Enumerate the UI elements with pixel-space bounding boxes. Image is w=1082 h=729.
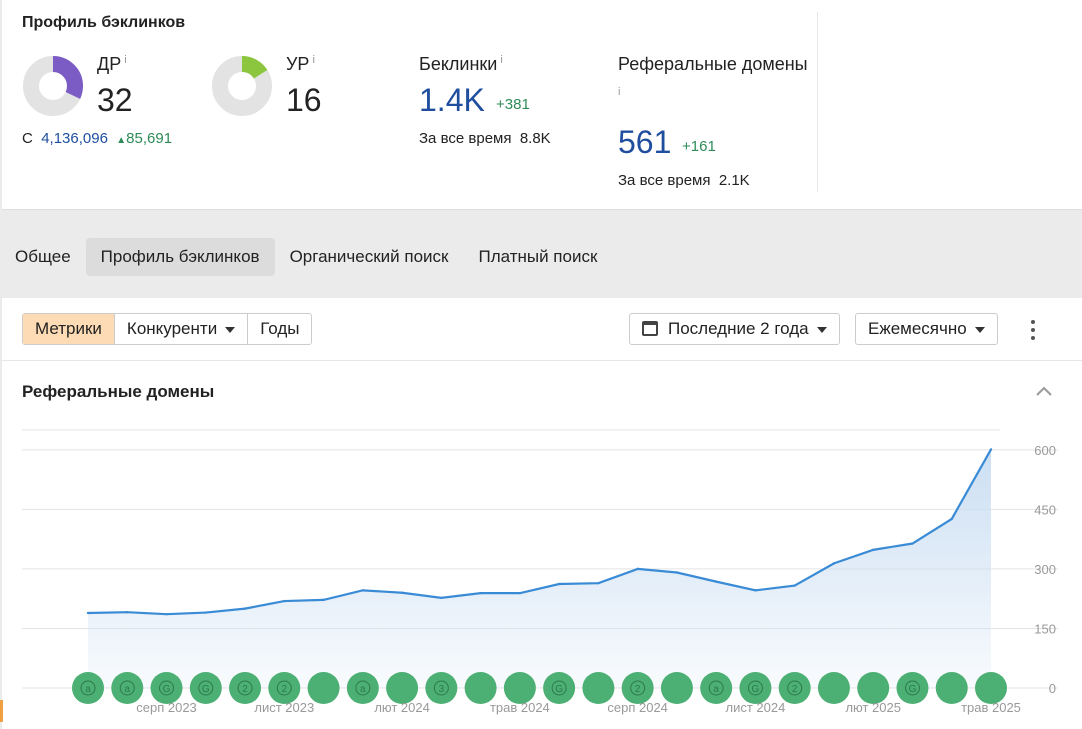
data-point — [557, 582, 561, 586]
event-marker-label: 2 — [242, 684, 248, 695]
y-tick-label: 300 — [1034, 562, 1056, 577]
data-point — [440, 596, 443, 600]
data-point — [204, 611, 207, 614]
event-marker-label: G — [163, 684, 171, 695]
event-marker-label: 3 — [439, 684, 445, 695]
event-marker-label: G — [202, 684, 210, 695]
data-point — [283, 599, 286, 603]
data-point — [714, 580, 718, 583]
data-point — [126, 610, 129, 614]
data-point — [479, 591, 482, 595]
y-tick-label: 150 — [1034, 621, 1056, 636]
data-point — [518, 591, 522, 595]
ref-domains-chart: 0 150 300 450 600 a a G G 2 2 a 3 G 2 a G 2 Gсерп 2023 лист… — [22, 429, 1058, 715]
data-point — [243, 607, 247, 610]
data-point — [165, 612, 168, 616]
x-tick-label: серп 2023 — [136, 700, 197, 715]
event-marker-label: G — [555, 684, 563, 695]
x-tick-label: серп 2024 — [607, 700, 668, 715]
data-point — [793, 584, 796, 587]
event-marker-label: G — [909, 684, 917, 695]
data-point — [636, 567, 639, 571]
event-marker-label: a — [360, 684, 366, 695]
event-marker-label: 2 — [282, 684, 288, 695]
event-marker-label: a — [85, 684, 91, 695]
x-tick-label: лют 2025 — [845, 700, 901, 715]
data-point — [832, 562, 836, 565]
data-point — [322, 598, 325, 602]
x-tick-label: трав 2024 — [490, 700, 550, 715]
data-point — [361, 589, 365, 592]
event-marker-label: 2 — [635, 684, 641, 695]
data-point — [989, 448, 993, 451]
data-point — [86, 611, 90, 615]
x-tick-label: лист 2023 — [254, 700, 314, 715]
x-tick-label: лист 2024 — [726, 700, 786, 715]
x-tick-label: лют 2024 — [374, 700, 430, 715]
data-point — [675, 571, 679, 574]
data-point — [911, 542, 914, 545]
event-marker-label: G — [752, 684, 760, 695]
y-tick-label: 600 — [1034, 443, 1056, 458]
left-edge-marker — [0, 700, 3, 722]
data-point — [950, 517, 953, 521]
data-point — [754, 589, 757, 592]
data-point — [872, 548, 875, 552]
event-marker-label: 2 — [792, 684, 798, 695]
event-marker-label: a — [713, 684, 719, 695]
y-tick-label: 450 — [1034, 502, 1056, 517]
event-marker-label: a — [124, 684, 130, 695]
y-tick-label: 0 — [1049, 681, 1056, 696]
data-point — [597, 582, 600, 585]
data-point — [400, 591, 404, 594]
x-tick-label: трав 2025 — [961, 700, 1021, 715]
